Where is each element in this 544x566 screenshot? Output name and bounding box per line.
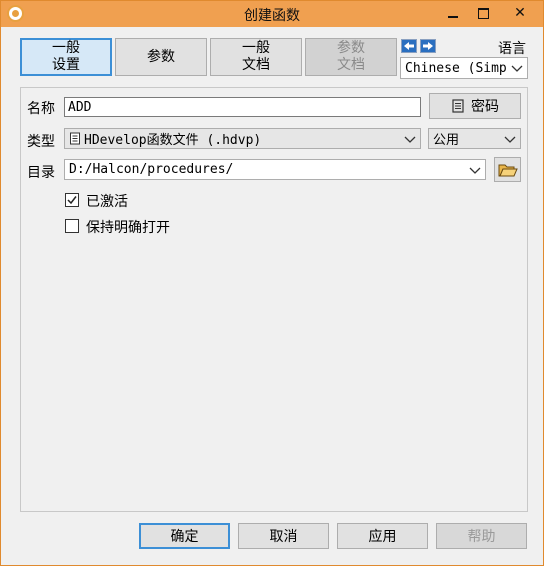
document-icon [452, 99, 464, 113]
visibility-select[interactable]: 公用 [428, 128, 521, 149]
language-next-button[interactable] [420, 39, 436, 53]
arrow-right-icon [423, 42, 433, 50]
type-select[interactable]: HDevelop函数文件 (.hdvp) [64, 128, 421, 149]
language-selected: Chinese (Simp [405, 60, 507, 76]
language-label: 语言 [498, 41, 526, 57]
title-bar[interactable]: 创建函数 ✕ [1, 1, 543, 27]
directory-label: 目录 [27, 165, 55, 181]
activated-checkbox[interactable] [65, 193, 79, 207]
create-procedure-dialog: 创建函数 ✕ 一般 设置 参数 一般 文档 参数 文档 语言 Chinese (… [0, 0, 544, 566]
name-label: 名称 [27, 101, 55, 117]
chevron-down-icon [511, 65, 523, 72]
type-label: 类型 [27, 134, 55, 150]
language-prev-button[interactable] [401, 39, 417, 53]
ok-button[interactable]: 确定 [139, 523, 230, 549]
directory-value: D:/Halcon/procedures/ [69, 162, 234, 177]
password-button[interactable]: 密码 [429, 93, 521, 119]
activated-label[interactable]: 已激活 [86, 191, 128, 211]
directory-select[interactable]: D:/Halcon/procedures/ [64, 159, 486, 180]
maximize-button[interactable] [467, 1, 499, 27]
tab-general-settings[interactable]: 一般 设置 [20, 38, 112, 76]
password-label: 密码 [471, 99, 499, 115]
close-button[interactable]: ✕ [499, 1, 541, 27]
arrow-left-icon [404, 42, 414, 50]
cancel-button[interactable]: 取消 [238, 523, 329, 549]
type-selected: HDevelop函数文件 (.hdvp) [84, 133, 262, 148]
keep-open-label[interactable]: 保持明确打开 [86, 217, 170, 237]
browse-folder-button[interactable] [494, 157, 521, 182]
general-settings-panel: 名称 ADD 密码 类型 HDevelop函数文件 (.hdvp) 公用 目录 … [20, 87, 528, 512]
visibility-selected: 公用 [433, 133, 460, 148]
file-icon [70, 132, 80, 145]
chevron-down-icon [469, 167, 481, 174]
folder-open-icon [498, 164, 518, 176]
language-select[interactable]: Chinese (Simp [400, 57, 528, 79]
apply-button[interactable]: 应用 [337, 523, 428, 549]
minimize-icon [448, 16, 458, 18]
name-input[interactable]: ADD [64, 97, 421, 117]
tab-parameter-documentation: 参数 文档 [305, 38, 397, 76]
checkmark-icon [67, 196, 77, 205]
chevron-down-icon [404, 136, 416, 143]
tab-parameters[interactable]: 参数 [115, 38, 207, 76]
maximize-icon [477, 8, 489, 19]
help-button: 帮助 [436, 523, 527, 549]
minimize-button[interactable] [437, 1, 469, 27]
chevron-down-icon [504, 136, 516, 143]
keep-open-checkbox[interactable] [65, 219, 79, 233]
tab-general-documentation[interactable]: 一般 文档 [210, 38, 302, 76]
